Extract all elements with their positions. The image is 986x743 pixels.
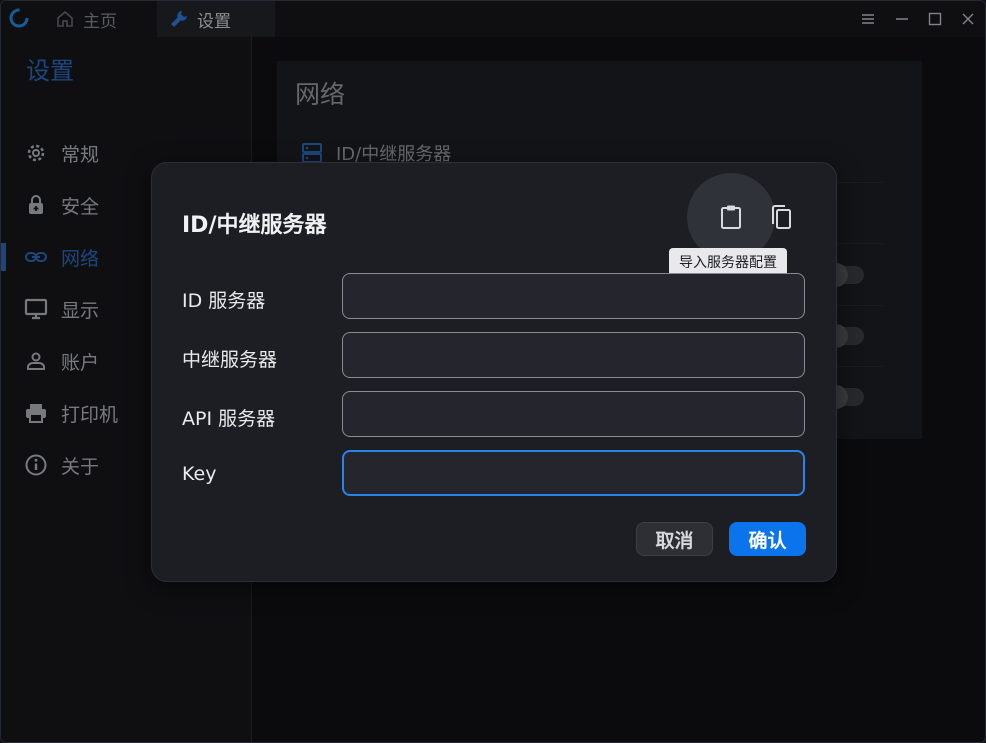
confirm-button[interactable]: 确认 [729,522,806,556]
cancel-button[interactable]: 取消 [636,522,713,556]
api-server-label: API 服务器 [182,408,276,430]
id-server-label: ID 服务器 [182,290,266,312]
clipboard-icon [721,205,741,229]
relay-server-label: 中继服务器 [182,349,278,371]
key-input[interactable] [342,450,805,496]
import-config-button[interactable] [711,197,751,237]
export-config-button[interactable] [761,197,801,237]
api-server-input[interactable] [342,391,805,437]
key-label: Key [182,463,217,485]
dialog-title: ID/中继服务器 [182,213,327,238]
tooltip: 导入服务器配置 [669,248,787,276]
id-server-input[interactable] [342,273,805,319]
relay-server-input[interactable] [342,332,805,378]
server-config-dialog: ID/中继服务器 导入服务器配置 ID 服务器 中继服务器 API 服务器 Ke… [151,162,837,582]
copy-icon [772,205,791,229]
